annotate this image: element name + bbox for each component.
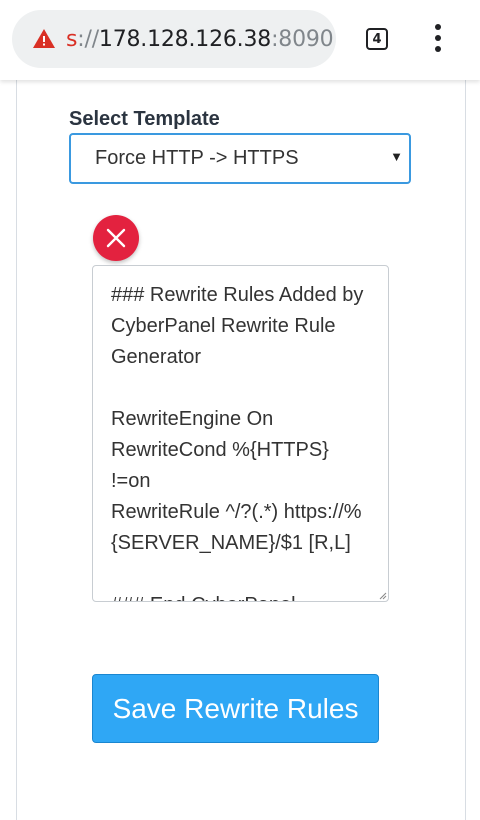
rule-line: !=on (111, 470, 151, 492)
save-rewrite-rules-button[interactable]: Save Rewrite Rules (92, 674, 379, 743)
rule-line: RewriteEngine On (111, 408, 274, 430)
resize-handle-icon[interactable] (379, 592, 387, 600)
close-icon[interactable] (93, 215, 139, 261)
url-port: :8090 (271, 26, 334, 52)
tab-switcher-button[interactable]: 4 (362, 24, 392, 54)
browser-toolbar: s://178.128.126.38:8090 4 (0, 0, 480, 80)
browser-menu-button[interactable] (424, 22, 452, 54)
rewrite-rules-textarea[interactable]: ### Rewrite Rules Added by CyberPanel Rew… (92, 265, 389, 602)
page-content: Select Template Force HTTP -> HTTPS ▼ ##… (0, 80, 480, 820)
menu-dot-icon (435, 35, 441, 41)
rule-line (111, 559, 374, 590)
rule-line (111, 373, 374, 404)
rule-line: ### Rewrite Rules Added by (111, 284, 364, 306)
tab-count: 4 (366, 28, 388, 50)
rule-line: ### End CyberPanel (111, 590, 374, 601)
url-host: 178.128.126.38 (98, 26, 272, 52)
rule-line: RewriteRule ^/?(.*) https://% (111, 501, 362, 523)
menu-dot-icon (435, 46, 441, 52)
rule-line: Generator (111, 346, 202, 368)
url-text: s://178.128.126.38:8090 (66, 26, 334, 52)
rule-line: RewriteCond %{HTTPS} (111, 439, 329, 461)
url-scheme: s (66, 26, 78, 52)
menu-dot-icon (435, 24, 441, 30)
rewrite-rules-content: ### Rewrite Rules Added by CyberPanel Rew… (111, 280, 374, 601)
dropdown-arrow-icon: ▼ (390, 149, 403, 164)
template-label: Select Template (69, 108, 220, 130)
template-select-value: Force HTTP -> HTTPS (95, 147, 299, 169)
address-bar[interactable]: s://178.128.126.38:8090 (12, 10, 336, 68)
rule-line: CyberPanel Rewrite Rule (111, 315, 336, 337)
rule-line: {SERVER_NAME}/$1 [R,L] (111, 532, 351, 554)
template-select[interactable]: Force HTTP -> HTTPS ▼ (69, 133, 411, 184)
x-mark-icon (106, 228, 126, 248)
url-separator: :// (77, 26, 99, 52)
warning-triangle-icon (33, 29, 55, 48)
